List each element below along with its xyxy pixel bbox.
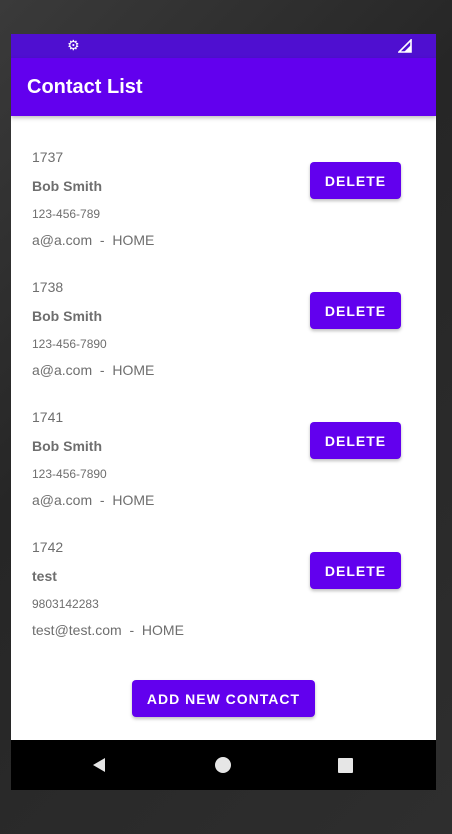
status-bar: ⚙ (11, 34, 436, 58)
gear-icon: ⚙ (67, 37, 80, 53)
list-item: 1738 Bob Smith 123-456-7890 a@a.com - HO… (11, 246, 436, 378)
contact-type: HOME (141, 622, 184, 638)
list-item: 1737 Bob Smith 123-456-789 a@a.com - HOM… (11, 116, 436, 248)
separator: - (121, 622, 142, 638)
contact-phone: 123-456-789 (32, 207, 101, 221)
contact-name: test (32, 568, 57, 584)
contact-email: test@test.com (32, 622, 122, 638)
page-title: Contact List (27, 76, 143, 98)
contact-phone: 123-456-7890 (32, 337, 107, 351)
contact-phone: 123-456-7890 (32, 467, 107, 481)
list-item: 1742 test 9803142283 test@test.com - HOM… (11, 506, 436, 638)
contact-id: 1738 (32, 279, 64, 295)
back-triangle-icon[interactable] (91, 757, 107, 773)
list-item: 1741 Bob Smith 123-456-7890 a@a.com - HO… (11, 376, 436, 508)
contact-name: Bob Smith (32, 308, 102, 324)
contact-email-type: test@test.com - HOME (32, 622, 184, 638)
contact-id: 1741 (32, 409, 64, 425)
contact-name: Bob Smith (32, 178, 102, 194)
contact-phone: 9803142283 (32, 597, 99, 611)
app-bar: Contact List (11, 58, 436, 116)
recents-square-icon[interactable] (338, 758, 353, 773)
delete-button[interactable]: DELETE (310, 422, 401, 459)
signal-icon (398, 39, 412, 53)
delete-button[interactable]: DELETE (310, 292, 401, 329)
navigation-bar (11, 740, 436, 790)
delete-button[interactable]: DELETE (310, 552, 401, 589)
delete-button[interactable]: DELETE (310, 162, 401, 199)
home-circle-icon[interactable] (215, 757, 231, 773)
phone-screen: ⚙ Contact List 1737 Bob Smith 123-456-78… (11, 34, 436, 790)
add-new-contact-button[interactable]: ADD NEW CONTACT (132, 680, 315, 717)
contact-id: 1742 (32, 539, 64, 555)
contact-name: Bob Smith (32, 438, 102, 454)
contact-list: 1737 Bob Smith 123-456-789 a@a.com - HOM… (11, 116, 436, 638)
contact-id: 1737 (32, 149, 64, 165)
